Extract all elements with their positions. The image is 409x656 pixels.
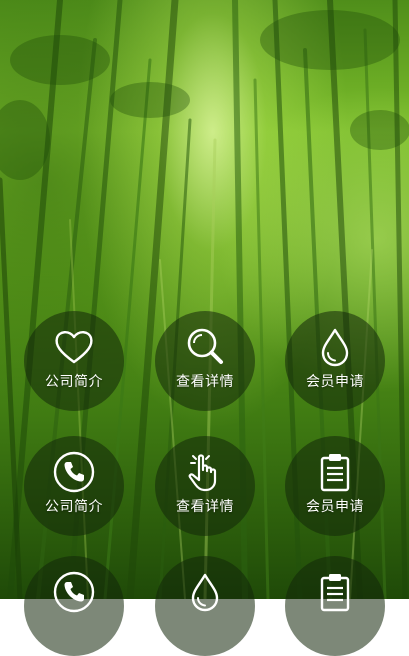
water-drop-icon (321, 328, 349, 367)
phone-icon (53, 451, 95, 493)
menu-item-member-apply[interactable]: 会员申请 (285, 311, 385, 411)
hand-pointer-icon (188, 454, 217, 492)
heart-icon (55, 331, 93, 364)
clipboard-icon (320, 454, 350, 492)
menu-item-row3-right[interactable] (285, 556, 385, 656)
menu-item-member-apply-2[interactable]: 会员申请 (285, 436, 385, 536)
clipboard-icon (320, 574, 350, 612)
menu-item-label: 查看详情 (176, 499, 234, 515)
menu-item-label: 查看详情 (176, 374, 234, 390)
menu-item-view-details-2[interactable]: 查看详情 (155, 436, 255, 536)
menu-item-label: 公司简介 (45, 374, 103, 390)
menu-grid: 公司简介 查看详情 会员申请 公司简介 查看详情 会员申请 (0, 0, 409, 656)
menu-item-label: 会员申请 (306, 374, 364, 390)
menu-item-company-intro-2[interactable]: 公司简介 (24, 436, 124, 536)
menu-item-view-details[interactable]: 查看详情 (155, 311, 255, 411)
menu-item-row3-left[interactable] (24, 556, 124, 656)
water-drop-icon (191, 573, 219, 612)
menu-item-label: 公司简介 (45, 499, 103, 515)
menu-item-row3-middle[interactable] (155, 556, 255, 656)
menu-item-company-intro[interactable]: 公司简介 (24, 311, 124, 411)
menu-item-label: 会员申请 (306, 499, 364, 515)
phone-icon (53, 571, 95, 613)
search-icon (187, 328, 223, 364)
